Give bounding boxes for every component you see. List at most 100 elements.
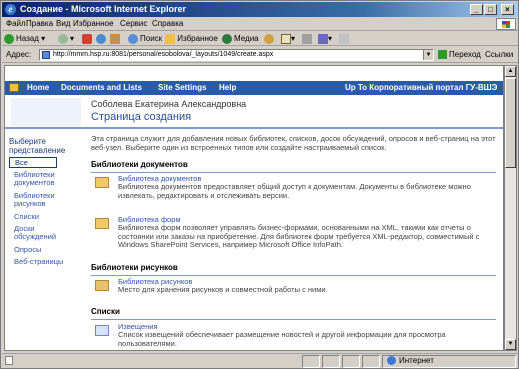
nav-home[interactable]: Home <box>27 83 49 92</box>
status-cell <box>342 355 360 368</box>
section-document-libraries: Библиотеки документов <box>91 160 496 173</box>
address-dropdown-icon[interactable]: ▼ <box>423 50 433 60</box>
nav-site-settings[interactable]: Site Settings <box>158 83 206 92</box>
home-icon <box>110 33 120 44</box>
status-cell <box>362 355 380 368</box>
zone-label: Интернет <box>399 356 434 365</box>
close-button[interactable]: × <box>501 4 514 15</box>
vertical-scrollbar[interactable]: ▲ ▼ <box>504 65 517 351</box>
menu-file[interactable]: Файл <box>6 19 26 28</box>
page-status-icon <box>5 356 13 365</box>
maximize-button[interactable]: □ <box>484 4 497 15</box>
status-cell <box>322 355 340 368</box>
back-button[interactable]: Назад ▾ <box>4 33 45 45</box>
nav-up-to-portal[interactable]: Up To Корпоративный портал ГУ-ВШЭ <box>345 83 497 92</box>
favorites-button[interactable]: Избранное <box>165 33 218 45</box>
address-label: Адрес: <box>6 50 32 59</box>
document-library-icon <box>95 177 109 188</box>
windows-logo-icon <box>496 18 516 30</box>
media-icon <box>222 33 232 44</box>
nav-help[interactable]: Help <box>219 83 236 92</box>
view-lists[interactable]: Списки <box>14 213 78 221</box>
main-content: Эта страница служит для добавления новых… <box>89 129 503 350</box>
favorites-label: Избранное <box>177 34 218 43</box>
view-discussion-boards[interactable]: Доски обсуждений <box>14 225 78 241</box>
media-button[interactable]: Медиа <box>222 33 259 45</box>
edit-button[interactable]: ▾ <box>318 33 332 45</box>
section-picture-libraries: Библиотеки рисунков <box>91 263 496 276</box>
minimize-button[interactable]: _ <box>470 4 483 15</box>
page-icon <box>42 51 50 59</box>
back-arrow-icon <box>4 33 14 44</box>
page-title: Страница создания <box>91 111 192 123</box>
home-nav-icon <box>9 83 19 92</box>
internet-zone: Интернет <box>387 356 434 366</box>
announcements-icon <box>95 325 109 336</box>
address-input[interactable]: http://mmm.hsp.ru:8081/personal/esobolov… <box>39 49 434 61</box>
site-owner-name: Соболева Екатерина Александровна <box>91 99 247 109</box>
search-label: Поиск <box>140 34 163 43</box>
search-button[interactable]: Поиск <box>128 33 162 45</box>
forward-button[interactable]: ▾ <box>58 33 74 45</box>
ie-icon: e <box>5 4 16 15</box>
title-bar: e Создание - Microsoft Internet Explorer… <box>2 2 518 17</box>
discuss-button[interactable] <box>339 33 349 45</box>
nav-documents-and-lists[interactable]: Documents and Lists <box>61 83 142 92</box>
menu-help[interactable]: Справка <box>152 19 183 28</box>
scroll-up-icon[interactable]: ▲ <box>505 66 516 77</box>
section-title: Списки <box>91 307 120 316</box>
menu-bar: Файл Правка Вид Избранное Сервис Справка <box>2 17 518 31</box>
view-document-libraries[interactable]: Библиотеки документов <box>14 171 78 187</box>
view-all-selected[interactable]: Все <box>9 157 57 168</box>
sharepoint-top-nav: Home Documents and Lists Site Settings H… <box>5 81 503 95</box>
browser-window: e Создание - Microsoft Internet Explorer… <box>0 0 519 369</box>
stop-button[interactable] <box>82 33 92 45</box>
history-button[interactable] <box>264 33 274 45</box>
address-bar: Адрес: http://mmm.hsp.ru:8081/personal/e… <box>2 47 518 63</box>
section-lists: Списки <box>91 307 496 320</box>
refresh-button[interactable] <box>96 33 106 45</box>
section-title: Библиотеки рисунков <box>91 263 178 272</box>
mail-button[interactable]: ▾ <box>281 33 295 45</box>
go-label: Переход <box>449 50 481 59</box>
print-icon <box>302 33 312 44</box>
item-description: Библиотека документов предоставляет общи… <box>118 182 471 200</box>
picture-library-icon <box>95 280 109 291</box>
menu-edit[interactable]: Правка <box>26 19 53 28</box>
toolbar: Назад ▾ ▾ Поиск Избранное Медиа ▾ ▾ <box>2 32 518 46</box>
media-label: Медиа <box>234 34 259 43</box>
page-viewport: Home Documents and Lists Site Settings H… <box>4 65 504 351</box>
site-logo <box>11 98 81 126</box>
go-arrow-icon <box>438 50 447 60</box>
print-button[interactable] <box>302 33 312 45</box>
back-label: Назад <box>16 34 39 43</box>
view-web-pages[interactable]: Веб-страницы <box>14 258 78 266</box>
edit-icon <box>318 33 328 44</box>
history-icon <box>264 33 274 44</box>
home-button[interactable] <box>110 33 120 45</box>
intro-text: Эта страница служит для добавления новых… <box>91 134 496 152</box>
forward-arrow-icon <box>58 33 68 44</box>
mail-icon <box>281 33 291 44</box>
quick-launch: Выберите представление Все Библиотеки до… <box>5 129 83 350</box>
view-surveys[interactable]: Опросы <box>14 246 78 254</box>
section-title: Библиотеки документов <box>91 160 188 169</box>
scroll-down-icon[interactable]: ▼ <box>505 339 516 350</box>
status-cell <box>302 355 320 368</box>
view-selector-heading: Выберите представление <box>9 137 66 155</box>
scroll-thumb[interactable] <box>505 78 516 168</box>
favorites-star-icon <box>165 33 175 44</box>
item-description: Место для хранения рисунков и совместной… <box>118 285 328 294</box>
menu-view[interactable]: Вид <box>56 19 70 28</box>
window-title: Создание - Microsoft Internet Explorer <box>20 4 187 14</box>
links-button[interactable]: Ссылки <box>485 50 513 59</box>
discuss-icon <box>339 33 349 44</box>
menu-tools[interactable]: Сервис <box>120 19 147 28</box>
globe-icon <box>387 356 396 366</box>
menu-favorites[interactable]: Избранное <box>73 19 114 28</box>
go-button[interactable]: Переход <box>438 50 481 60</box>
view-picture-libraries[interactable]: Библиотеки рисунков <box>14 192 78 208</box>
address-url: http://mmm.hsp.ru:8081/personal/esobolov… <box>53 51 274 58</box>
page-header: Соболева Екатерина Александровна Страниц… <box>5 95 503 129</box>
stop-icon <box>82 33 92 44</box>
